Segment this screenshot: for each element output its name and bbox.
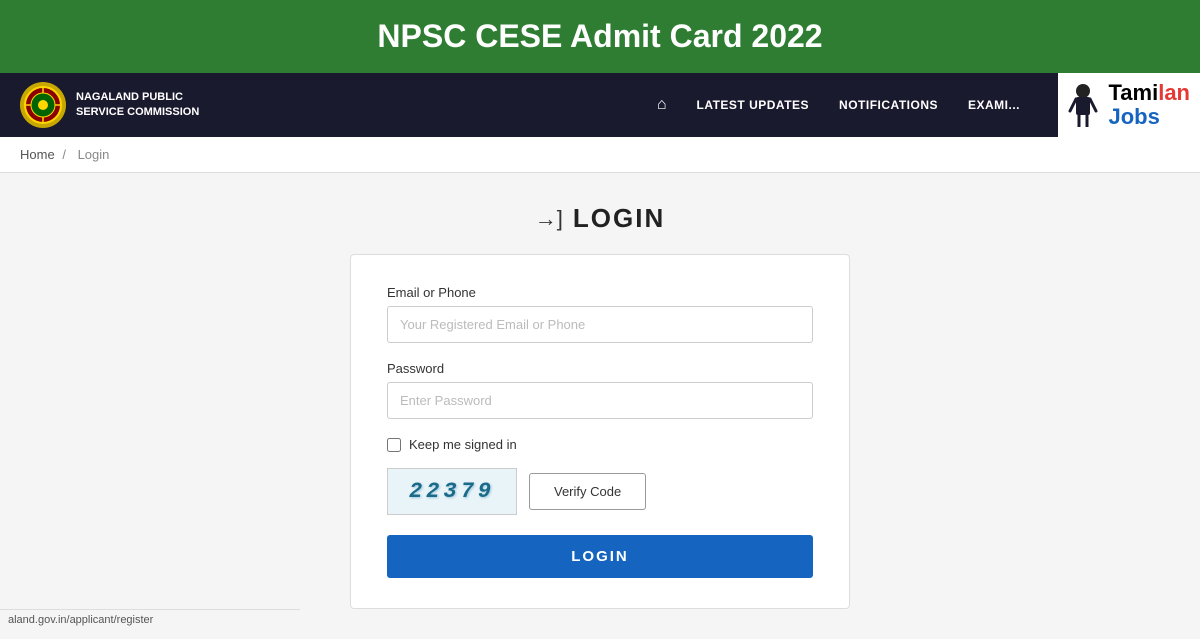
login-title-row: →] LOGIN (535, 203, 665, 234)
login-button[interactable]: LOGIN (387, 535, 813, 578)
tamilan-jobs-badge: Tamilan Jobs (1058, 73, 1200, 137)
login-card: Email or Phone Password Keep me signed i… (350, 254, 850, 609)
logo-text: NAGALAND PUBLIC SERVICE COMMISSION (76, 90, 199, 121)
captcha-display: 22379 (387, 468, 517, 515)
navbar-logo[interactable]: NAGALAND PUBLIC SERVICE COMMISSION (20, 82, 199, 128)
title-banner: NPSC CESE Admit Card 2022 (0, 0, 1200, 73)
tamilan-text: Tami (1108, 80, 1158, 105)
home-icon[interactable]: ⌂ (657, 96, 667, 114)
breadcrumb-home[interactable]: Home (20, 147, 55, 162)
nav-latest-updates[interactable]: LATEST UPDATES (696, 98, 809, 112)
keep-signed-checkbox[interactable] (387, 438, 401, 452)
password-group: Password (387, 361, 813, 419)
password-input[interactable] (387, 382, 813, 419)
captcha-row: 22379 Verify Code (387, 468, 813, 515)
keep-signed-group: Keep me signed in (387, 437, 813, 452)
page-title: NPSC CESE Admit Card 2022 (0, 18, 1200, 55)
email-input[interactable] (387, 306, 813, 343)
login-heading: LOGIN (573, 203, 665, 234)
nav-examinations[interactable]: EXAMI... (968, 98, 1020, 112)
logo-emblem (20, 82, 66, 128)
keep-signed-label: Keep me signed in (409, 437, 517, 452)
navbar: NAGALAND PUBLIC SERVICE COMMISSION ⌂ LAT… (0, 73, 1200, 137)
url-bar: aland.gov.in/applicant/register (0, 609, 300, 630)
tamilan-lan: lan (1158, 80, 1190, 105)
password-label: Password (387, 361, 813, 376)
jobs-text: Jobs (1108, 105, 1159, 129)
breadcrumb-separator: / (62, 147, 66, 162)
breadcrumb: Home / Login (0, 137, 1200, 173)
email-label: Email or Phone (387, 285, 813, 300)
email-group: Email or Phone (387, 285, 813, 343)
login-arrow-icon: →] (535, 206, 563, 232)
verify-code-button[interactable]: Verify Code (529, 473, 646, 510)
navbar-links: ⌂ LATEST UPDATES NOTIFICATIONS EXAMI... (657, 96, 1020, 114)
login-section: →] LOGIN Email or Phone Password Keep me… (0, 173, 1200, 639)
nav-notifications[interactable]: NOTIFICATIONS (839, 98, 938, 112)
main-content: Home / Login →] LOGIN Email or Phone Pas… (0, 137, 1200, 583)
breadcrumb-current: Login (78, 147, 110, 162)
